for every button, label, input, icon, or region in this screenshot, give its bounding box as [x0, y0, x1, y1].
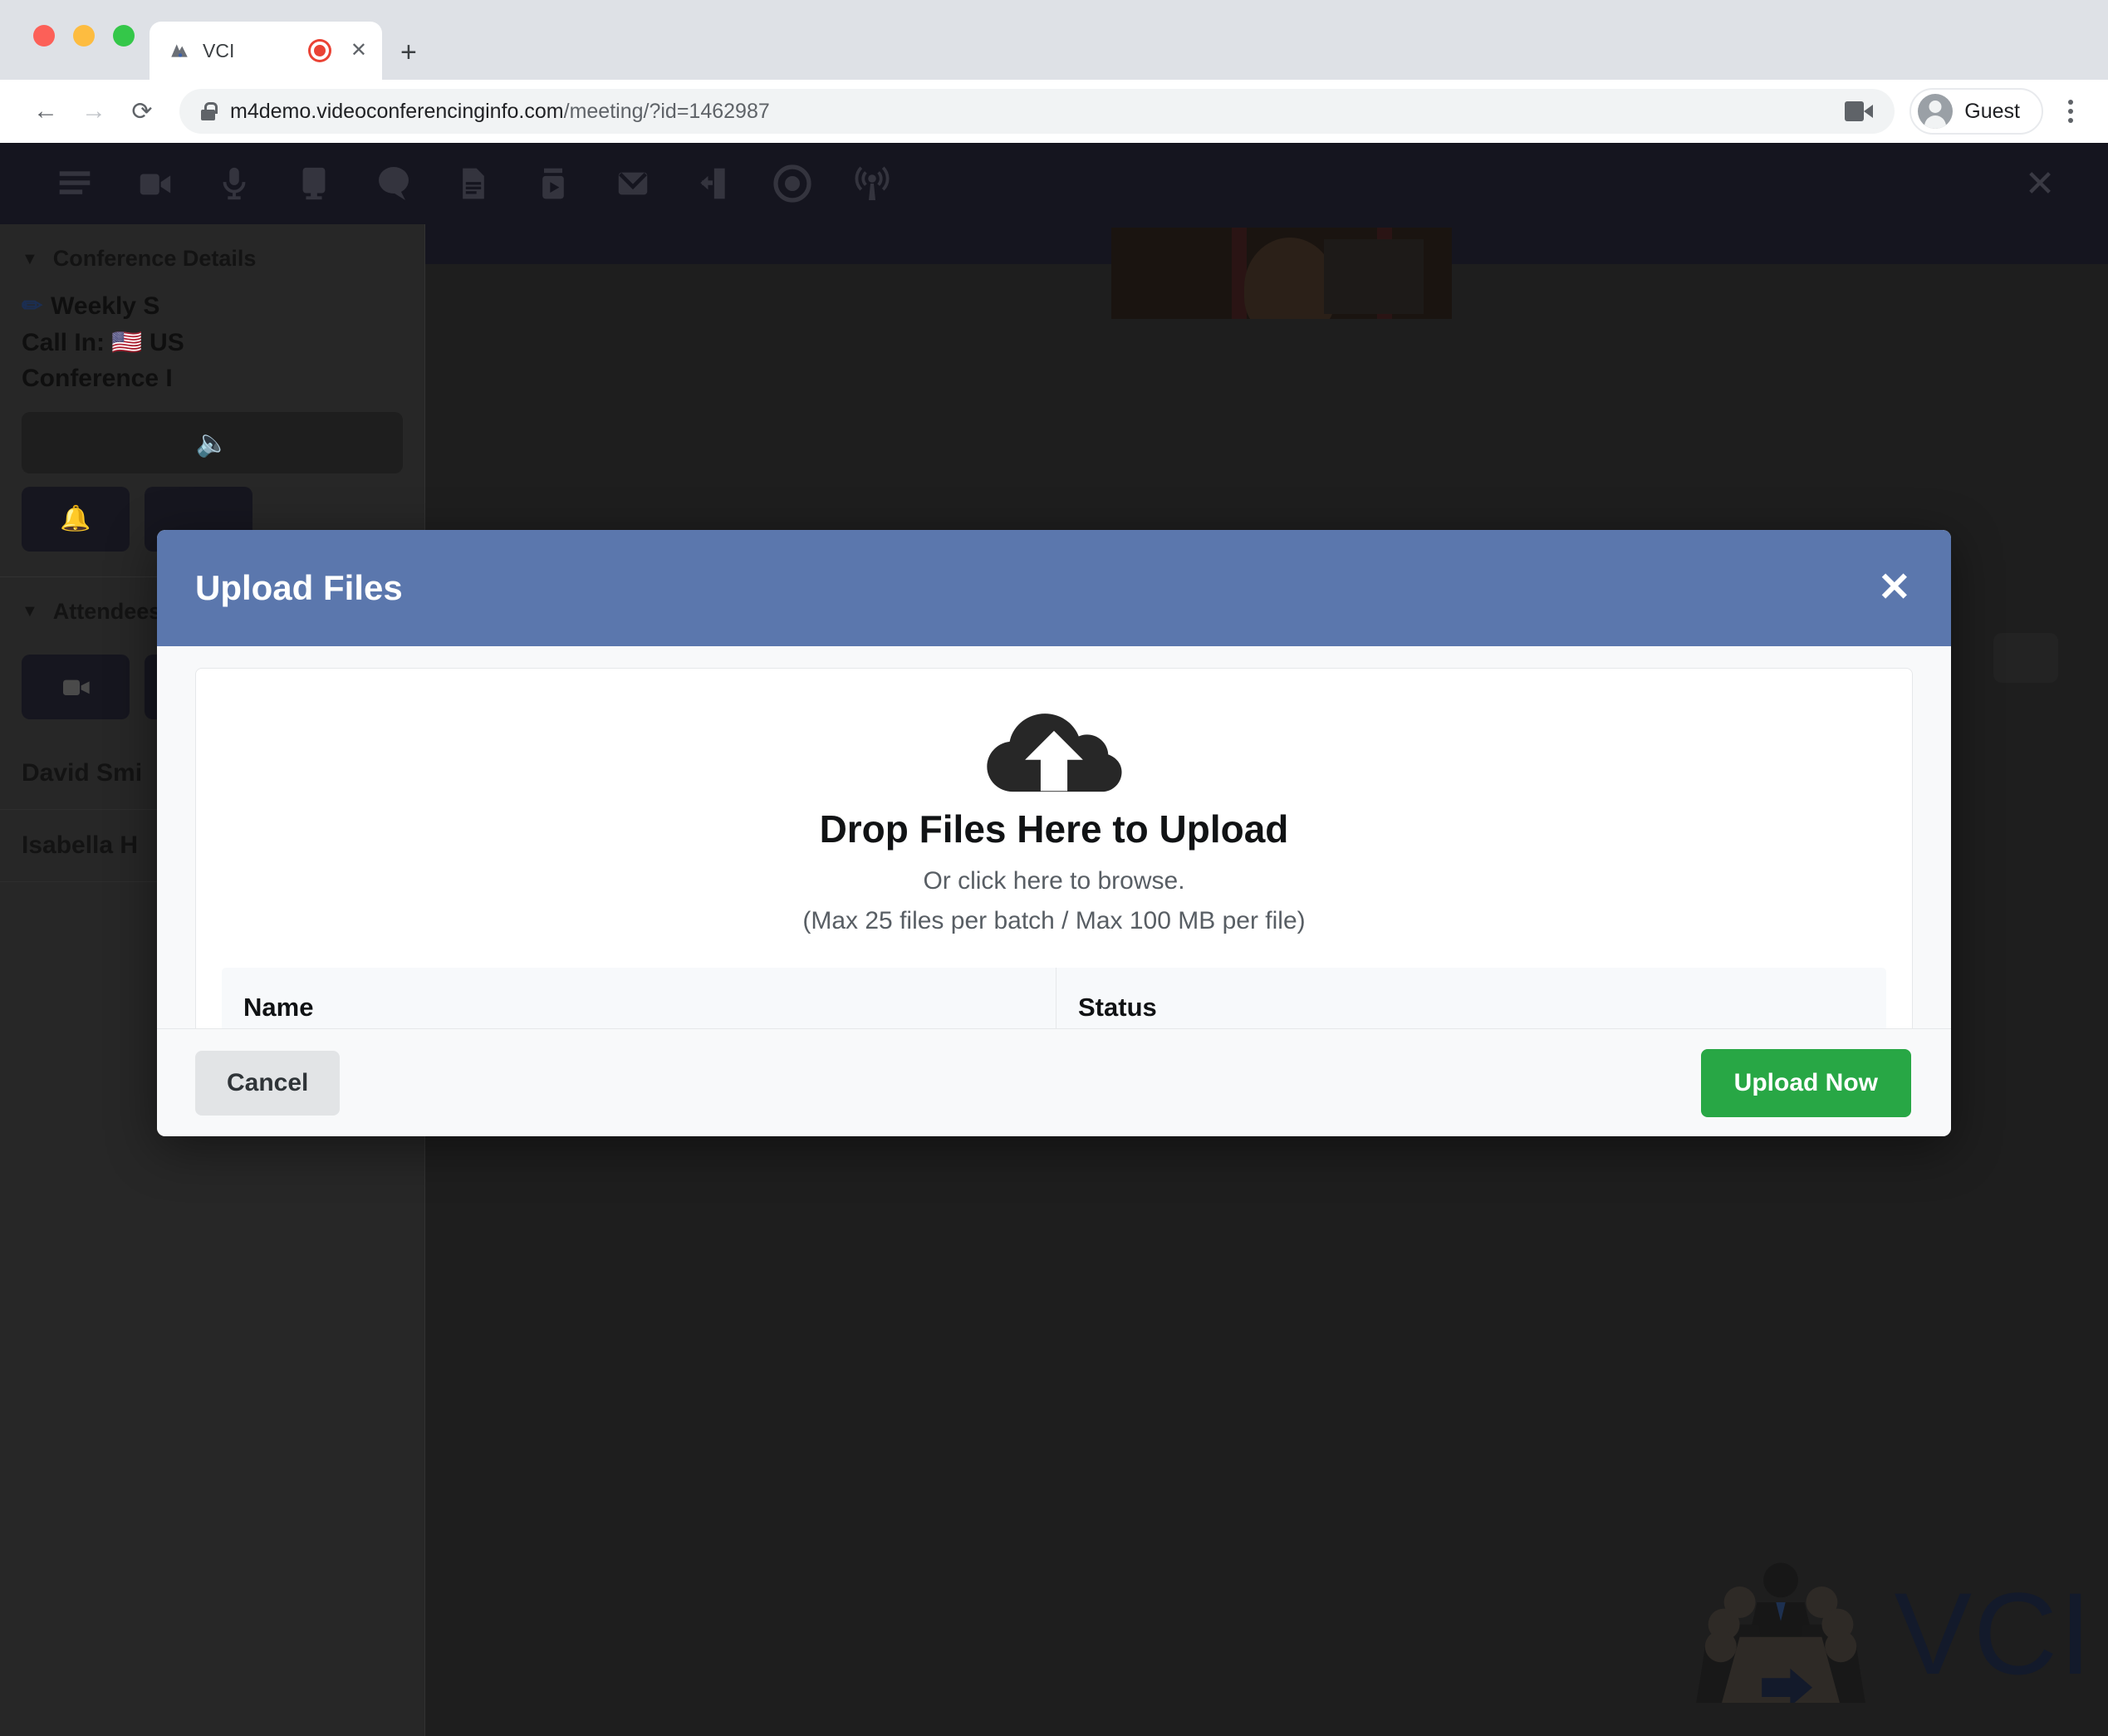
call-in-line: Call In: 🇺🇸 US: [22, 328, 184, 356]
minimize-window-button[interactable]: [73, 25, 95, 47]
conference-id-line: Conference I: [22, 365, 173, 392]
browser-tab[interactable]: VCI ✕: [150, 22, 382, 80]
file-list-table: Name Status December Sales.xlsx Ready to…: [221, 967, 1887, 1028]
lock-icon: [201, 102, 218, 120]
cloud-upload-icon: [980, 702, 1128, 800]
chevron-down-icon: ▼: [22, 602, 38, 620]
modal-header: Upload Files ✕: [157, 530, 1951, 646]
screen-share-icon[interactable]: [274, 143, 354, 224]
recording-dot-icon: [310, 42, 329, 60]
cancel-button[interactable]: Cancel: [195, 1050, 341, 1116]
kebab-menu-icon[interactable]: [2052, 88, 2090, 135]
app-body: ▼ Conference Details ✏ Weekly S Call In: …: [0, 224, 2108, 1736]
upload-now-button[interactable]: Upload Now: [1700, 1048, 1911, 1117]
modal-title: Upload Files: [195, 568, 403, 607]
table-header-row: Name Status: [222, 968, 1886, 1028]
camera-indicator-icon[interactable]: [1845, 101, 1874, 121]
broadcast-icon[interactable]: [832, 143, 912, 224]
close-icon[interactable]: ✕: [1878, 568, 1911, 608]
address-bar-url: m4demo.videoconferencinginfo.com/meeting…: [230, 100, 770, 124]
video-bg-panel: [1324, 239, 1424, 314]
dropzone-subtitle: Or click here to browse.: [923, 867, 1185, 895]
app-close-icon[interactable]: ✕: [2007, 163, 2073, 205]
vci-logo-icon: [168, 39, 191, 62]
record-icon[interactable]: [753, 143, 832, 224]
app-toolbar: ✕: [0, 143, 2108, 224]
user-avatar-icon: [1918, 94, 1954, 129]
maximize-window-button[interactable]: [113, 25, 135, 47]
browser-window: VCI ✕ + ← → ⟳ m4demo.videoconferencingin…: [0, 0, 2108, 1736]
conference-table-people-icon: [1685, 1555, 1876, 1713]
close-window-button[interactable]: [33, 25, 55, 47]
browser-tab-title: VCI: [203, 39, 235, 61]
watermark-text: VCI: [1894, 1568, 2093, 1699]
chat-icon[interactable]: [354, 143, 434, 224]
menu-icon[interactable]: [35, 143, 115, 224]
window-traffic-lights: [33, 25, 135, 47]
stage-side-button[interactable]: [1993, 633, 2058, 683]
notification-bell-button[interactable]: 🔔: [22, 486, 130, 552]
meeting-title: Weekly S: [51, 292, 160, 320]
close-tab-button[interactable]: ✕: [351, 41, 367, 61]
reload-button[interactable]: ⟳: [118, 87, 166, 135]
back-button[interactable]: ←: [22, 87, 70, 135]
video-camera-icon[interactable]: [115, 143, 194, 224]
breakout-room-icon[interactable]: [673, 143, 753, 224]
column-header-name: Name: [222, 968, 1056, 1028]
dropzone-title: Drop Files Here to Upload: [819, 807, 1289, 851]
modal-footer: Cancel Upload Now: [157, 1028, 1951, 1136]
participant-figure: [1244, 238, 1336, 319]
sidebar-section-conference-details[interactable]: ▼ Conference Details: [0, 224, 424, 288]
forward-button[interactable]: →: [70, 87, 118, 135]
conference-details-label: Conference Details: [52, 246, 257, 271]
url-path: /meeting/?id=1462987: [563, 99, 770, 123]
app-bottom-bar: [425, 1703, 2108, 1736]
vci-watermark: VCI: [1685, 1555, 2093, 1713]
attendees-label: Attendees: [52, 598, 162, 624]
chevron-down-icon: ▼: [22, 249, 38, 268]
new-tab-button[interactable]: +: [400, 38, 417, 66]
profile-button[interactable]: Guest: [1909, 88, 2043, 135]
microphone-icon[interactable]: [194, 143, 274, 224]
dropzone[interactable]: Drop Files Here to Upload Or click here …: [195, 668, 1913, 1028]
meeting-title-row[interactable]: ✏ Weekly S: [22, 288, 403, 325]
profile-name: Guest: [1964, 99, 2020, 123]
video-conference-app: ✕ ▼ Conference Details ✏ Weekly S Call In…: [0, 143, 2108, 1736]
speaker-test-button[interactable]: 🔈: [22, 411, 403, 473]
bell-icon: 🔔: [60, 505, 91, 532]
speaker-icon: 🔈: [195, 427, 229, 458]
media-player-icon[interactable]: [513, 143, 593, 224]
mail-icon[interactable]: [593, 143, 673, 224]
url-domain: m4demo.videoconferencinginfo.com: [230, 99, 564, 123]
tab-strip: VCI ✕ +: [0, 0, 2108, 80]
participant-video-tile[interactable]: [1111, 228, 1452, 319]
edit-icon[interactable]: ✏: [22, 292, 42, 320]
enable-all-video-button[interactable]: [22, 654, 130, 719]
column-header-status: Status: [1056, 968, 1886, 1028]
omnibox-bar: ← → ⟳ m4demo.videoconferencinginfo.com/m…: [0, 80, 2108, 143]
document-icon[interactable]: [434, 143, 513, 224]
dropzone-limits: (Max 25 files per batch / Max 100 MB per…: [802, 906, 1306, 934]
address-bar[interactable]: m4demo.videoconferencinginfo.com/meeting…: [179, 89, 1895, 134]
sidebar-footer: [0, 1703, 425, 1736]
modal-content: Drop Files Here to Upload Or click here …: [157, 646, 1951, 1028]
conference-details-block: ✏ Weekly S Call In: 🇺🇸 US Conference I 🔈 …: [0, 288, 424, 552]
upload-files-modal: Upload Files ✕ Drop Files Here to Upload…: [157, 530, 1951, 1136]
